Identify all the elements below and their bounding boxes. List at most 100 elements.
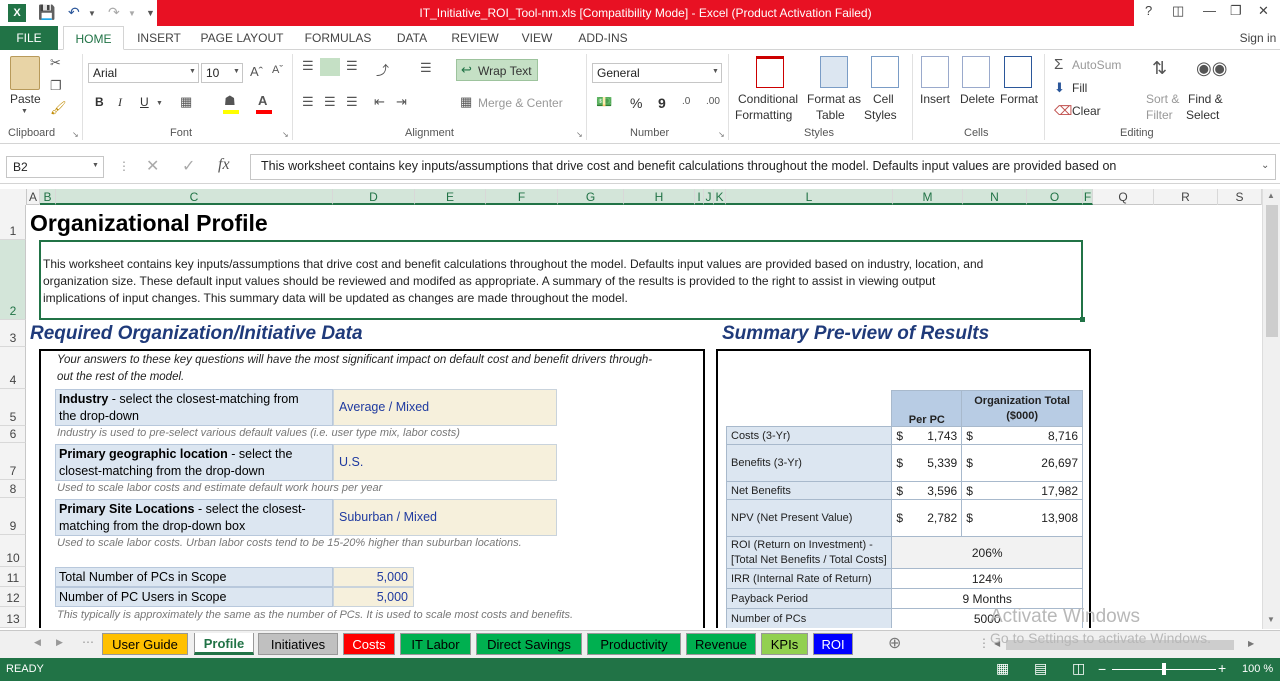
- geographic-location-dropdown[interactable]: U.S.: [333, 444, 557, 481]
- format-as-table-button[interactable]: Format as: [807, 92, 861, 106]
- scroll-tabs-left-icon[interactable]: ◀: [34, 637, 41, 648]
- insert-cells-button[interactable]: Insert: [920, 92, 950, 106]
- merge-center-button[interactable]: Merge & Center: [478, 96, 563, 110]
- sign-in-link[interactable]: Sign in: [1236, 26, 1280, 50]
- paste-icon[interactable]: [10, 56, 40, 90]
- comma-button[interactable]: 9: [658, 95, 666, 111]
- column-header-r[interactable]: R: [1154, 189, 1218, 205]
- paste-dropdown-icon[interactable]: ▼: [21, 108, 28, 115]
- cell-styles-icon[interactable]: [871, 56, 899, 88]
- page-layout-view-icon[interactable]: ▤: [1034, 660, 1047, 677]
- redo-icon[interactable]: ↷: [108, 4, 120, 21]
- column-header-o[interactable]: O: [1027, 189, 1083, 205]
- alignment-launcher-icon[interactable]: ↘: [576, 130, 583, 139]
- tab-home[interactable]: HOME: [63, 26, 124, 50]
- align-left-icon[interactable]: ☰: [302, 94, 314, 110]
- column-header-c[interactable]: C: [56, 189, 333, 205]
- row-header-9[interactable]: 9: [0, 498, 26, 535]
- fill-button[interactable]: Fill: [1072, 81, 1087, 95]
- autosum-button[interactable]: AutoSum: [1072, 58, 1121, 72]
- indent-grey-icon[interactable]: ☰: [420, 60, 432, 76]
- fill-color-icon[interactable]: ☗: [224, 93, 236, 109]
- sheet-tab-kpis[interactable]: KPIs: [761, 633, 808, 655]
- sheet-tab-profile[interactable]: Profile: [194, 633, 254, 655]
- column-header-p[interactable]: F: [1083, 189, 1093, 205]
- cut-icon[interactable]: ✂: [50, 55, 61, 71]
- scroll-right-icon[interactable]: ▶: [1248, 639, 1254, 648]
- cancel-entry-icon[interactable]: ✕: [146, 156, 159, 176]
- sheet-tab-revenue[interactable]: Revenue: [686, 633, 756, 655]
- site-locations-dropdown[interactable]: Suburban / Mixed: [333, 499, 557, 536]
- paste-button[interactable]: Paste: [10, 92, 41, 106]
- zoom-slider-thumb[interactable]: [1162, 663, 1166, 675]
- conditional-formatting-button[interactable]: Conditional: [738, 92, 798, 106]
- sheet-tab-roi[interactable]: ROI: [813, 633, 853, 655]
- find-select-button[interactable]: Find &: [1188, 92, 1223, 106]
- fill-icon[interactable]: ⬇: [1054, 80, 1065, 96]
- column-header-e[interactable]: E: [415, 189, 486, 205]
- row-header-8[interactable]: 8: [0, 480, 26, 498]
- align-right-icon[interactable]: ☰: [346, 94, 358, 110]
- decrease-font-icon[interactable]: Aˇ: [272, 64, 283, 76]
- worksheet-grid[interactable]: Organizational Profile This worksheet co…: [27, 205, 1262, 628]
- help-icon[interactable]: ?: [1145, 3, 1152, 18]
- expand-formula-icon[interactable]: ⌄: [1261, 160, 1269, 171]
- align-center-icon[interactable]: ☰: [324, 94, 336, 110]
- column-header-b[interactable]: B: [40, 189, 56, 205]
- normal-view-icon[interactable]: ▦: [996, 660, 1009, 677]
- italic-button[interactable]: I: [118, 95, 122, 110]
- orientation-icon[interactable]: ⤴: [376, 60, 389, 79]
- top-align-icon[interactable]: ☰: [302, 58, 314, 74]
- increase-indent-icon[interactable]: ⇥: [396, 94, 407, 110]
- decrease-decimal-icon[interactable]: .00: [706, 96, 720, 107]
- column-header-l[interactable]: L: [726, 189, 893, 205]
- bottom-align-icon[interactable]: ☰: [346, 58, 358, 74]
- undo-dropdown-icon[interactable]: ▼: [88, 9, 96, 18]
- font-launcher-icon[interactable]: ↘: [282, 130, 289, 139]
- vertical-scroll-thumb[interactable]: [1266, 205, 1278, 337]
- row-header-3[interactable]: 3: [0, 320, 26, 347]
- cell-styles-button[interactable]: Cell: [873, 92, 894, 106]
- clear-button[interactable]: Clear: [1072, 104, 1101, 118]
- tabs-menu-icon[interactable]: ⋯: [82, 635, 94, 649]
- minimize-icon[interactable]: —: [1203, 3, 1216, 18]
- format-cells-icon[interactable]: [1004, 56, 1032, 88]
- clear-icon[interactable]: ⌫: [1054, 103, 1072, 119]
- conditional-formatting-icon[interactable]: [756, 56, 784, 88]
- accounting-format-icon[interactable]: 💵: [596, 94, 612, 110]
- decrease-indent-icon[interactable]: ⇤: [374, 94, 385, 110]
- customize-qat-icon[interactable]: ▼: [146, 8, 155, 18]
- column-header-j[interactable]: J: [704, 189, 714, 205]
- undo-icon[interactable]: ↶: [68, 4, 80, 21]
- sort-filter-button[interactable]: Sort &: [1146, 92, 1179, 106]
- scroll-down-icon[interactable]: ▼: [1267, 615, 1275, 624]
- row-header-4[interactable]: 4: [0, 347, 26, 389]
- column-header-h[interactable]: H: [624, 189, 695, 205]
- format-cells-button[interactable]: Format: [1000, 92, 1038, 106]
- row-header-12[interactable]: 12: [0, 587, 26, 607]
- tab-review[interactable]: REVIEW: [446, 26, 504, 50]
- zoom-in-icon[interactable]: +: [1218, 660, 1226, 676]
- confirm-entry-icon[interactable]: ✓: [182, 156, 195, 176]
- column-header-s[interactable]: S: [1218, 189, 1262, 205]
- increase-decimal-icon[interactable]: .0: [682, 96, 690, 107]
- row-header-1[interactable]: 1: [0, 205, 26, 240]
- tab-file[interactable]: FILE: [0, 26, 58, 50]
- underline-dropdown-icon[interactable]: ▼: [156, 100, 163, 107]
- column-header-f[interactable]: F: [486, 189, 558, 205]
- sheet-tab-user-guide[interactable]: User Guide: [102, 633, 188, 655]
- save-icon[interactable]: 💾: [38, 4, 55, 21]
- page-break-view-icon[interactable]: ◫: [1072, 660, 1085, 677]
- tab-view[interactable]: VIEW: [516, 26, 558, 50]
- row-header-6[interactable]: 6: [0, 426, 26, 443]
- column-header-n[interactable]: N: [963, 189, 1027, 205]
- sheet-tab-productivity[interactable]: Productivity: [587, 633, 681, 655]
- sheet-tab-initiatives[interactable]: Initiatives: [258, 633, 338, 655]
- add-sheet-icon[interactable]: ⊕: [888, 633, 901, 653]
- format-painter-icon[interactable]: 🖌: [50, 100, 67, 116]
- total-pcs-input[interactable]: 5,000: [333, 567, 414, 587]
- tab-add-ins[interactable]: ADD-INS: [572, 26, 634, 50]
- bold-button[interactable]: B: [95, 95, 104, 109]
- column-header-d[interactable]: D: [333, 189, 415, 205]
- row-header-10[interactable]: 10: [0, 535, 26, 567]
